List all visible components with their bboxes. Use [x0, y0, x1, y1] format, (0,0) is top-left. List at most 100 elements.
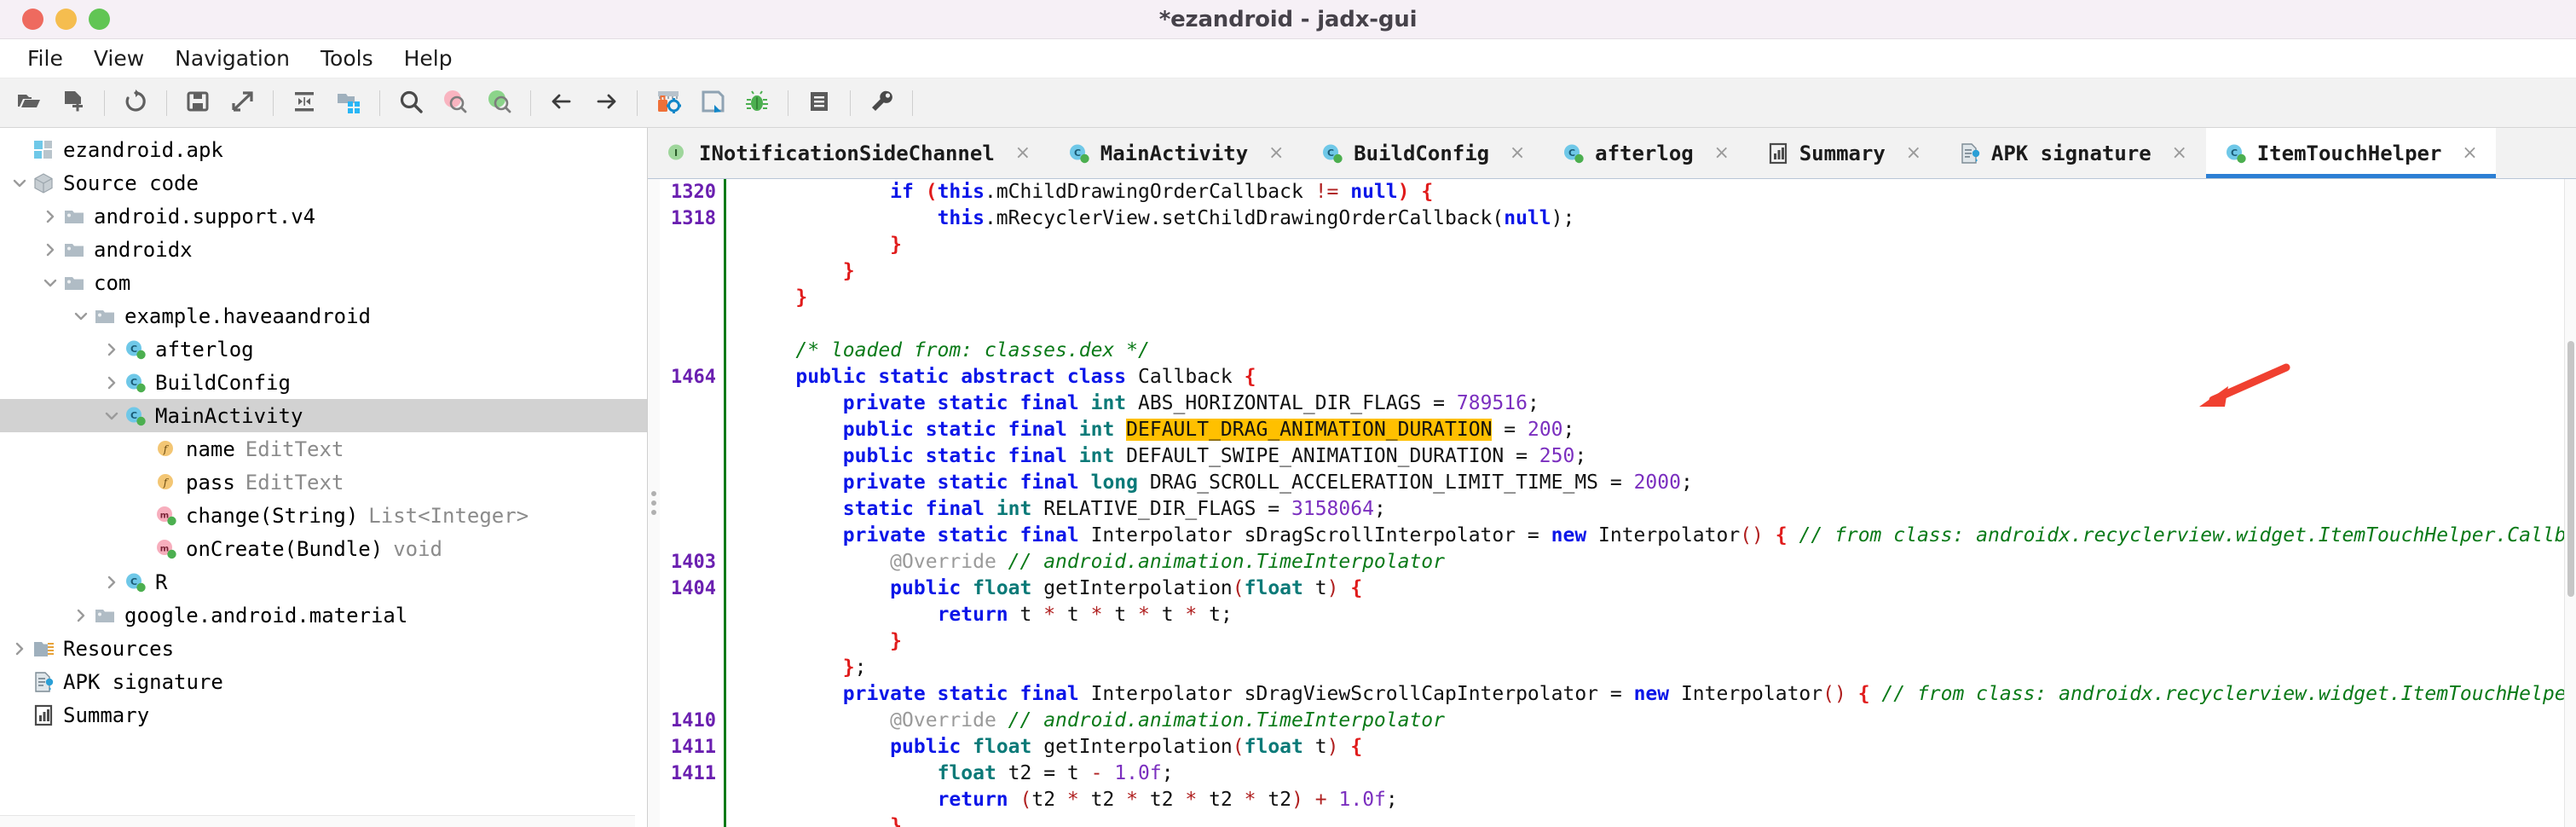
editor-tab-inotificationsidechannel[interactable]: I INotificationSideChannel ×	[648, 128, 1049, 178]
tree-item-label: google.android.material	[124, 603, 408, 627]
close-icon[interactable]: ×	[1506, 142, 1528, 165]
tree-item-summary[interactable]: Summary	[0, 698, 647, 732]
open-file-button[interactable]	[9, 84, 49, 123]
menu-tools[interactable]: Tools	[305, 43, 389, 74]
open-debugger-button[interactable]	[737, 84, 777, 123]
editor-tab-itemtouchhelper[interactable]: C ItemTouchHelper ×	[2205, 128, 2497, 178]
tree-item-android-support-v4[interactable]: android.support.v4	[0, 200, 647, 233]
chevron-down-icon[interactable]	[101, 405, 123, 427]
chevron-down-icon[interactable]	[39, 272, 61, 294]
tree-item-change-string-[interactable]: m change(String) List<Integer>	[0, 499, 647, 532]
tree-item-source-code[interactable]: Source code	[0, 166, 647, 200]
flat-packages-button[interactable]	[329, 84, 368, 123]
menu-file[interactable]: File	[12, 43, 78, 74]
export-gradle-button[interactable]	[222, 84, 262, 123]
folder-icon	[61, 205, 87, 228]
tree-item-label: pass	[186, 470, 235, 494]
class-icon: C	[1320, 141, 1345, 166]
tree-item-androidx[interactable]: androidx	[0, 233, 647, 266]
collapse-all-button[interactable]	[285, 84, 324, 123]
source-code-area[interactable]: if (this.mChildDrawingOrderCallback != n…	[726, 179, 2576, 827]
editor-tab-buildconfig[interactable]: C BuildConfig ×	[1302, 128, 1545, 178]
add-files-button[interactable]	[54, 84, 93, 123]
tree-item-apk-signature[interactable]: APK signature	[0, 665, 647, 698]
chevron-right-icon[interactable]	[9, 638, 31, 660]
code-line: if (this.mChildDrawingOrderCallback != n…	[890, 181, 1434, 203]
menu-help[interactable]: Help	[389, 43, 468, 74]
chevron-down-icon[interactable]	[9, 172, 31, 194]
chevron-right-icon[interactable]	[101, 338, 123, 361]
tree-item-example-haveaandroid[interactable]: example.haveaandroid	[0, 299, 647, 333]
tree-item-buildconfig[interactable]: C BuildConfig	[0, 366, 647, 399]
tree-item-resources[interactable]: Resources	[0, 632, 647, 665]
tree-item-type: void	[393, 536, 442, 561]
save-all-button[interactable]	[178, 84, 217, 123]
preferences-button[interactable]	[862, 84, 901, 123]
log-viewer-button[interactable]	[800, 84, 839, 123]
code-line: @Override // android.animation.TimeInter…	[890, 709, 1446, 732]
deobfuscation-button[interactable]	[649, 84, 688, 123]
svg-text:C: C	[130, 576, 137, 587]
tree-item-pass[interactable]: f pass EditText	[0, 466, 647, 499]
add-files-icon	[61, 89, 86, 118]
svg-text:C: C	[130, 410, 137, 421]
code-line: this.mRecyclerView.setChildDrawingOrderC…	[937, 207, 1575, 229]
chevron-down-icon[interactable]	[70, 305, 92, 327]
tree-item-com[interactable]: com	[0, 266, 647, 299]
line-number: 1464	[671, 367, 716, 388]
quark-engine-button[interactable]	[693, 84, 732, 123]
editor-tab-apk-signature[interactable]: APK signature ×	[1939, 128, 2206, 178]
chevron-right-icon[interactable]	[39, 205, 61, 228]
close-icon[interactable]: ×	[1903, 142, 1925, 165]
editor-tab-mainactivity[interactable]: C MainActivity ×	[1048, 128, 1303, 178]
editor-tab-summary[interactable]: Summary ×	[1747, 128, 1940, 178]
menu-navigation[interactable]: Navigation	[159, 43, 305, 74]
field-icon: f	[153, 438, 179, 460]
minimize-button[interactable]	[55, 9, 77, 30]
tree-item-type: List<Integer>	[368, 503, 529, 528]
maximize-button[interactable]	[89, 9, 110, 30]
reload-button[interactable]	[116, 84, 155, 123]
tree-item-mainactivity[interactable]: C MainActivity	[0, 399, 647, 432]
folder-icon	[61, 239, 87, 261]
tree-item-r[interactable]: CR	[0, 565, 647, 599]
editor-scrollbar-thumb[interactable]	[2567, 341, 2574, 597]
code-line: };	[842, 656, 867, 679]
tree-item-oncreate-bundle-[interactable]: m onCreate(Bundle) void	[0, 532, 647, 565]
toolbar-separator	[637, 90, 638, 116]
close-icon[interactable]: ×	[1012, 142, 1034, 165]
tree-item-afterlog[interactable]: Cafterlog	[0, 333, 647, 366]
editor-vertical-scrollbar[interactable]	[2564, 179, 2576, 827]
chevron-right-icon[interactable]	[101, 571, 123, 593]
text-search-button[interactable]	[391, 84, 430, 123]
back-button[interactable]	[542, 84, 581, 123]
sidebar-horizontal-scrollbar[interactable]	[0, 815, 635, 827]
tree-item-label: androidx	[94, 237, 193, 262]
forward-button[interactable]	[586, 84, 626, 123]
close-icon[interactable]: ×	[1265, 142, 1287, 165]
chevron-right-icon[interactable]	[101, 372, 123, 394]
code-line: private static final Interpolator sDragS…	[842, 524, 2567, 547]
comment-search-button[interactable]	[480, 84, 519, 123]
class-search-button[interactable]	[436, 84, 475, 123]
tree-item-label: BuildConfig	[155, 370, 291, 395]
svg-text:C: C	[130, 377, 137, 388]
close-icon[interactable]: ×	[2458, 142, 2481, 165]
tree-item-google-android-material[interactable]: google.android.material	[0, 599, 647, 632]
tree-item-ezandroid-apk[interactable]: ezandroid.apk	[0, 133, 647, 166]
chevron-right-icon[interactable]	[39, 239, 61, 261]
editor-tab-label: Summary	[1799, 141, 1886, 165]
tree-item-name[interactable]: f name EditText	[0, 432, 647, 466]
highlighted-token: DEFAULT_DRAG_ANIMATION_DURATION	[1126, 419, 1493, 441]
svg-text:C: C	[1568, 147, 1575, 159]
editor-tab-afterlog[interactable]: Cafterlog ×	[1544, 128, 1748, 178]
close-icon[interactable]: ×	[1711, 142, 1733, 165]
close-icon[interactable]: ×	[2169, 142, 2191, 165]
chevron-right-icon[interactable]	[70, 604, 92, 627]
menu-view[interactable]: View	[78, 43, 159, 74]
close-button[interactable]	[22, 9, 43, 30]
tree-item-label: name	[186, 437, 235, 461]
split-divider[interactable]	[648, 179, 660, 827]
